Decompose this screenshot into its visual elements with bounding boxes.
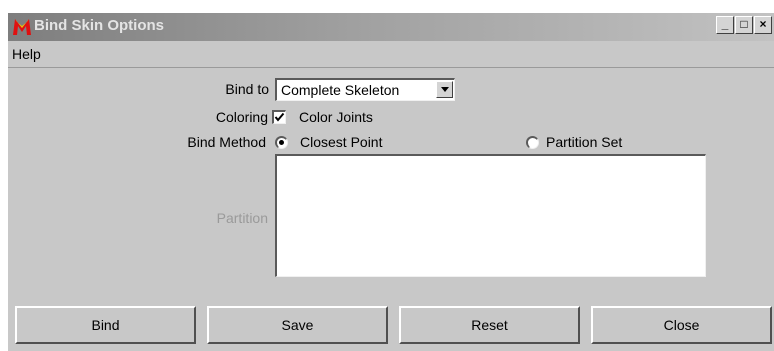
maximize-icon: □ <box>740 17 748 31</box>
bind-method-label: Bind Method <box>187 134 266 150</box>
partition-set-label[interactable]: Partition Set <box>546 134 622 150</box>
checkmark-icon <box>274 112 285 122</box>
save-button-label: Save <box>281 317 314 333</box>
maya-app-icon[interactable] <box>12 17 32 37</box>
menu-bar: Help <box>8 43 774 68</box>
minimize-button[interactable]: _ <box>716 16 734 34</box>
radio-selected-dot <box>279 140 284 145</box>
color-joints-checkbox[interactable] <box>272 110 286 124</box>
save-button[interactable]: Save <box>207 306 388 344</box>
partition-list[interactable] <box>275 154 706 277</box>
title-bar[interactable]: Bind Skin Options _ □ × <box>8 13 774 41</box>
screen-top-margin <box>0 0 774 13</box>
minimize-icon: _ <box>721 17 729 31</box>
window-title: Bind Skin Options <box>34 17 164 34</box>
close-button[interactable]: Close <box>591 306 772 344</box>
bind-button-label: Bind <box>91 317 120 333</box>
bind-button[interactable]: Bind <box>15 306 196 344</box>
partition-set-radio[interactable] <box>526 136 539 149</box>
reset-button[interactable]: Reset <box>399 306 580 344</box>
close-button-label: Close <box>663 317 700 333</box>
bind-to-label: Bind to <box>225 81 269 97</box>
bind-skin-options-window: Bind Skin Options _ □ × Help Bind to Com… <box>0 0 774 351</box>
close-icon: × <box>759 17 767 31</box>
bind-to-value: Complete Skeleton <box>281 82 400 98</box>
closest-point-label[interactable]: Closest Point <box>300 134 382 150</box>
partition-label: Partition <box>216 210 268 226</box>
chevron-down-icon[interactable] <box>436 81 453 98</box>
coloring-label: Coloring <box>215 109 268 125</box>
close-window-button[interactable]: × <box>754 16 772 34</box>
color-joints-label[interactable]: Color Joints <box>299 109 373 125</box>
closest-point-radio[interactable] <box>275 136 288 149</box>
menu-help[interactable]: Help <box>12 46 41 62</box>
screen-left-margin <box>0 0 8 351</box>
maximize-button[interactable]: □ <box>735 16 753 34</box>
reset-button-label: Reset <box>471 317 508 333</box>
bind-to-dropdown[interactable]: Complete Skeleton <box>275 78 455 101</box>
